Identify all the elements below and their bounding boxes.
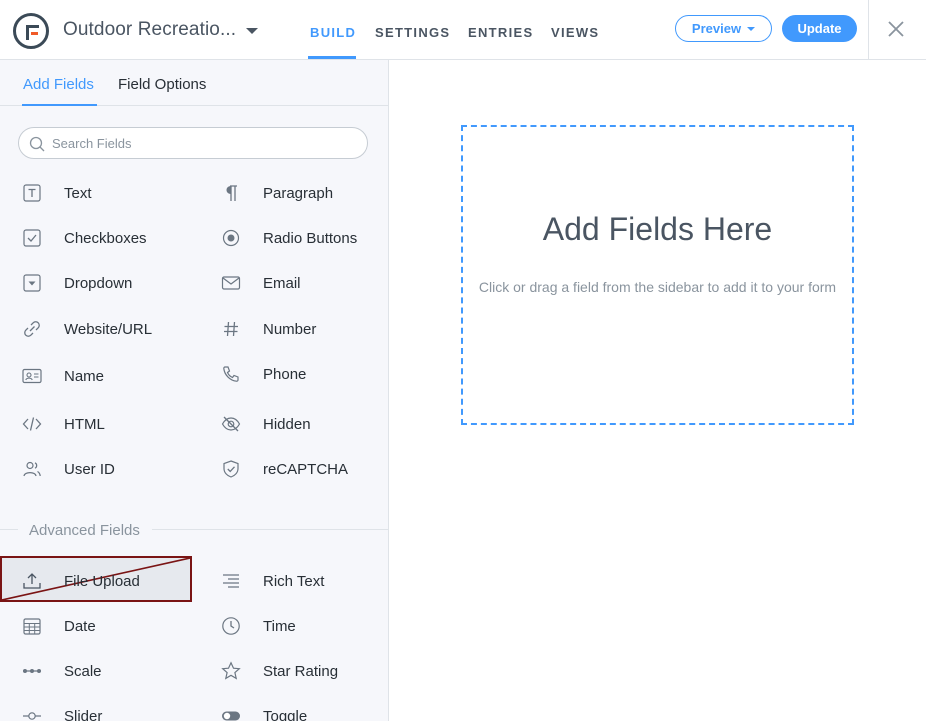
slider-icon xyxy=(23,712,41,720)
field-label: Website/URL xyxy=(64,321,153,338)
chevron-down-icon[interactable] xyxy=(246,28,258,34)
code-icon xyxy=(22,417,42,431)
tab-field-options[interactable]: Field Options xyxy=(118,76,206,93)
id-card-icon xyxy=(22,368,42,384)
dropdown-icon xyxy=(23,274,41,292)
align-right-icon xyxy=(223,574,239,588)
drop-zone-hint: Click or drag a field from the sidebar t… xyxy=(478,279,837,295)
field-label: reCAPTCHA xyxy=(263,461,349,478)
field-label: File Upload xyxy=(64,573,140,590)
field-label: Radio Buttons xyxy=(263,230,358,247)
field-label: Date xyxy=(64,618,96,635)
search-input[interactable] xyxy=(52,134,352,152)
field-label: Dropdown xyxy=(64,275,133,292)
field-label: Text xyxy=(64,185,92,202)
email-icon xyxy=(221,276,241,290)
checkbox-icon xyxy=(23,229,41,247)
drop-zone[interactable]: Add Fields Here Click or drag a field fr… xyxy=(461,125,854,425)
top-bar: Outdoor Recreatio... BUILD SETTINGS ENTR… xyxy=(0,0,926,60)
field-label: Toggle xyxy=(263,708,308,721)
text-icon xyxy=(23,184,41,202)
drop-zone-title: Add Fields Here xyxy=(542,211,773,247)
field-label: Name xyxy=(64,368,105,385)
tab-add-fields[interactable]: Add Fields xyxy=(23,76,94,93)
hash-icon xyxy=(224,321,238,337)
field-label: Checkboxes xyxy=(64,230,147,247)
field-label: Paragraph xyxy=(263,185,334,202)
tab-entries[interactable]: ENTRIES xyxy=(468,25,533,40)
search-field[interactable] xyxy=(18,127,368,159)
form-title[interactable]: Outdoor Recreatio... xyxy=(63,19,236,41)
field-label: User ID xyxy=(64,461,115,478)
field-label: Star Rating xyxy=(263,663,339,680)
field-label: Slider xyxy=(64,708,103,721)
close-icon[interactable] xyxy=(885,18,907,40)
star-icon xyxy=(221,661,241,680)
toggle-icon xyxy=(222,711,240,721)
preview-button[interactable]: Preview xyxy=(675,15,772,42)
tab-settings[interactable]: SETTINGS xyxy=(375,25,450,40)
field-label: Phone xyxy=(263,366,307,383)
search-icon xyxy=(29,136,45,152)
field-label: Rich Text xyxy=(263,573,325,590)
eye-off-icon xyxy=(221,416,241,432)
link-icon xyxy=(24,321,40,337)
upload-icon xyxy=(23,573,41,589)
update-button[interactable]: Update xyxy=(782,15,857,42)
paragraph-icon xyxy=(226,185,237,201)
tab-build[interactable]: BUILD xyxy=(310,25,356,40)
field-label: Email xyxy=(263,275,301,292)
field-label: Number xyxy=(263,321,317,338)
field-label: HTML xyxy=(64,416,105,433)
active-tab-indicator xyxy=(22,104,97,106)
formidable-logo-icon[interactable] xyxy=(13,13,49,49)
shield-icon xyxy=(223,460,239,478)
chevron-down-icon xyxy=(747,26,756,31)
active-tab-indicator xyxy=(308,56,356,59)
form-canvas: Add Fields Here Click or drag a field fr… xyxy=(389,60,926,721)
field-label: Hidden xyxy=(263,416,311,433)
sidebar: Add Fields Field Options Text Paragraph … xyxy=(0,60,389,721)
preview-label: Preview xyxy=(691,21,742,36)
phone-icon xyxy=(223,366,239,382)
tab-views[interactable]: VIEWS xyxy=(551,25,599,40)
radio-icon xyxy=(222,229,240,247)
scale-icon xyxy=(23,669,41,673)
sidebar-tabs: Add Fields Field Options xyxy=(0,60,388,106)
users-icon xyxy=(23,461,41,477)
calendar-icon xyxy=(23,618,41,635)
clock-icon xyxy=(222,617,240,635)
field-label: Time xyxy=(263,618,296,635)
divider xyxy=(868,0,869,60)
advanced-fields-heading: Advanced Fields xyxy=(29,522,140,539)
field-label: Scale xyxy=(64,663,102,680)
